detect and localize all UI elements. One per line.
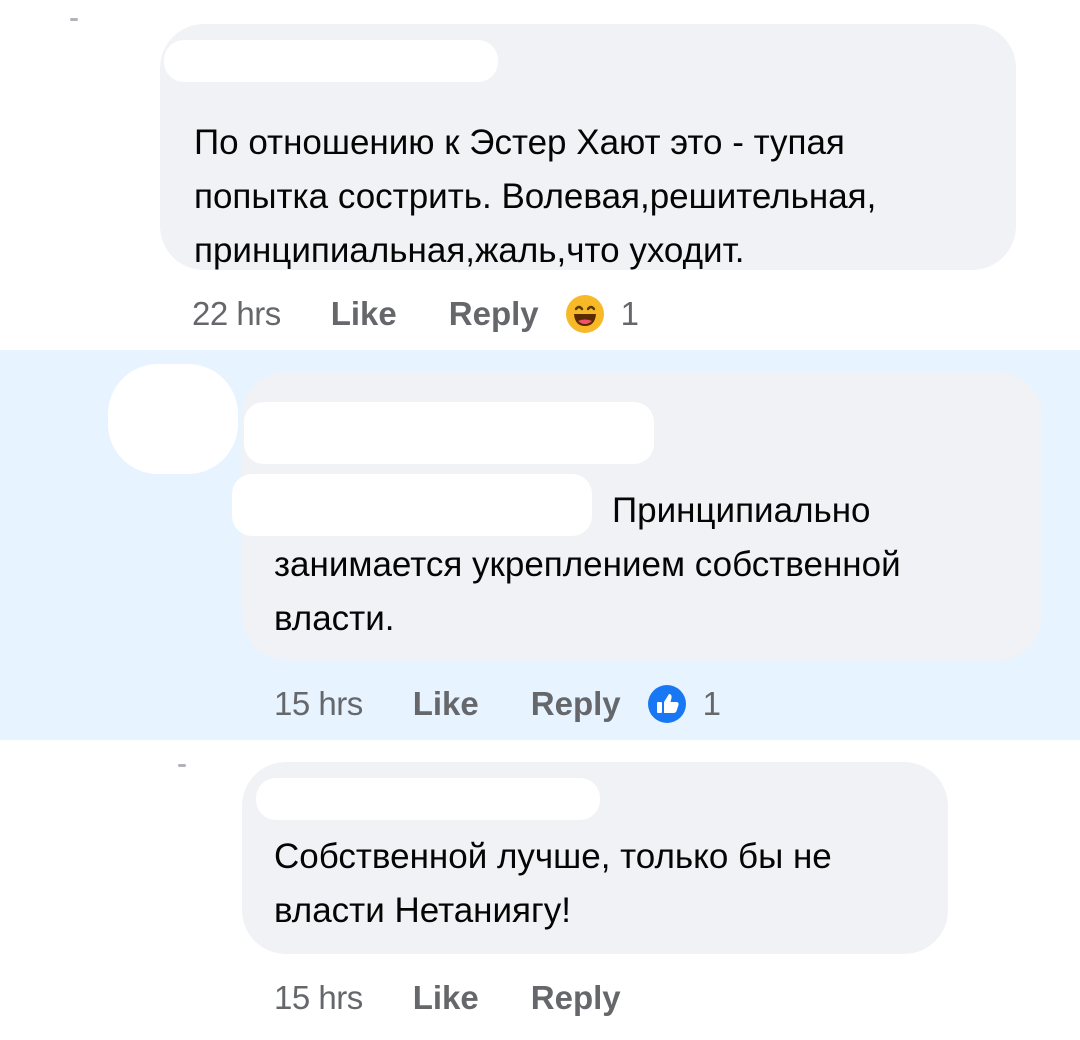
like-button[interactable]: Like [413, 979, 479, 1017]
comment-text: Принципиально занимается укреплением соб… [274, 491, 901, 638]
reply-button[interactable]: Reply [531, 979, 621, 1017]
comment-actions: 15 hrs Like Reply 1 [274, 682, 721, 726]
comment-bubble: По отношению к Эстер Хают это - тупая по… [160, 24, 1016, 270]
comment-timestamp[interactable]: 22 hrs [192, 295, 281, 333]
reply-button[interactable]: Reply [449, 295, 539, 333]
comment-actions: 15 hrs Like Reply [274, 976, 647, 1020]
like-thumbs-up-icon[interactable] [647, 684, 687, 724]
comment-text: По отношению к Эстер Хают это - тупая по… [194, 123, 877, 270]
redacted-author-name [164, 40, 498, 82]
reaction-count[interactable]: 1 [621, 295, 639, 333]
haha-emoji-icon[interactable] [565, 294, 605, 334]
reply-button[interactable]: Reply [531, 685, 621, 723]
comment-text: Собственной лучше, только бы не власти Н… [274, 837, 832, 930]
redacted-author-name [244, 402, 654, 464]
like-button[interactable]: Like [413, 685, 479, 723]
reaction-count[interactable]: 1 [703, 685, 721, 723]
comment-bubble: Собственной лучше, только бы не власти Н… [242, 762, 948, 954]
thread-line-tick [178, 764, 186, 767]
redacted-author-name [256, 778, 600, 820]
thread-line-tick [70, 18, 78, 21]
comment-timestamp[interactable]: 15 hrs [274, 685, 363, 723]
comment-actions: 22 hrs Like Reply 1 [192, 292, 639, 336]
like-button[interactable]: Like [331, 295, 397, 333]
redacted-avatar [108, 364, 238, 474]
comment-bubble: Принципиально занимается укреплением соб… [232, 372, 1042, 660]
comment-timestamp[interactable]: 15 hrs [274, 979, 363, 1017]
